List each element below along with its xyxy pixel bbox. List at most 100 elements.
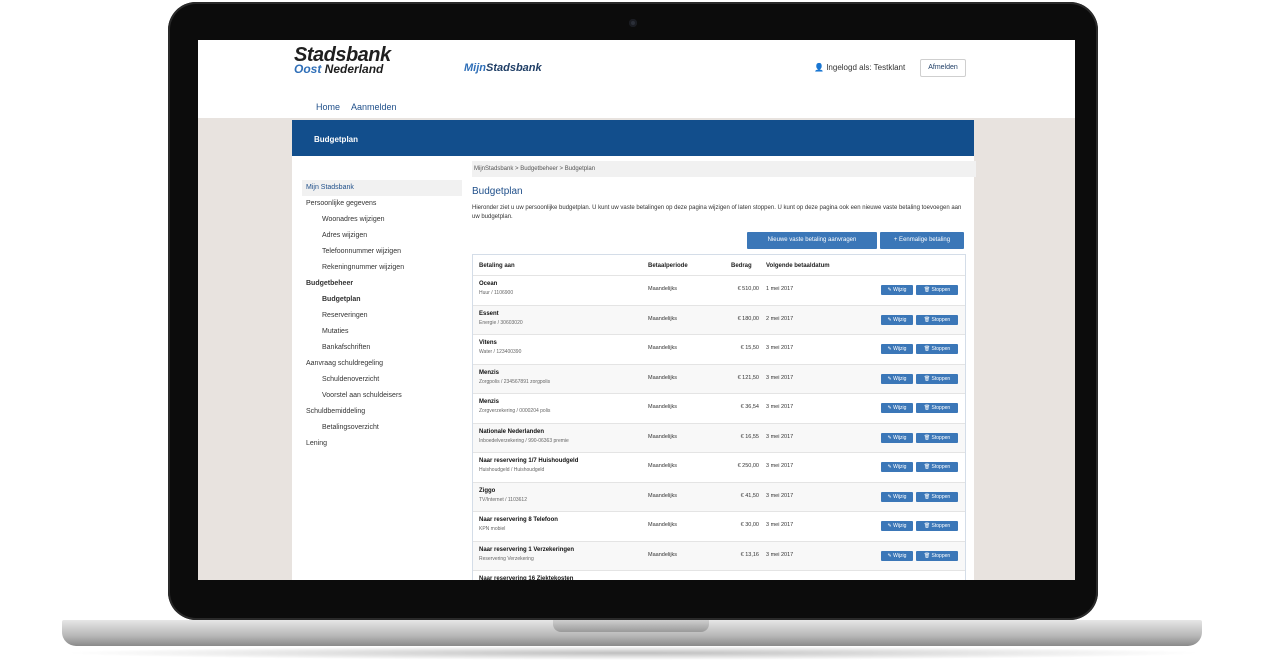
page-banner: Budgetplan: [292, 120, 974, 156]
payment-amount: € 15,50: [740, 345, 759, 351]
payment-amount: € 16,55: [740, 433, 759, 440]
site-header: Stadsbank Oost Nederland MijnStadsbank 👤…: [198, 40, 1075, 118]
table-row: Ocean Huur / 1106900 Maandelijks € 510,00 1 …: [473, 275, 965, 305]
payment-amount: € 180,00: [737, 315, 759, 322]
sidebar-item[interactable]: Voorstel aan schuldeisers: [302, 388, 462, 404]
payee-reference: Water / 123400390: [479, 349, 522, 355]
stop-button[interactable]: 🗑 Stoppen: [916, 373, 958, 384]
edit-button[interactable]: ✎ Wijzig: [881, 314, 913, 325]
payee-reference: TV/Internet / 1103612: [479, 496, 527, 503]
sidebar-item[interactable]: Budgetplan: [302, 292, 462, 308]
edit-button[interactable]: ✎ Wijzig: [881, 373, 913, 384]
top-navigation: Home Aanmelden: [316, 102, 406, 112]
payee-name: Ziggo: [479, 487, 496, 494]
stop-button[interactable]: 🗑 Stoppen: [916, 550, 958, 561]
mijn-stadsbank-logo: MijnStadsbank: [464, 62, 542, 74]
camera-icon: [629, 19, 637, 27]
payee-name: Nationale Nederlanden: [479, 428, 545, 435]
payee-name: Menzis: [479, 369, 500, 376]
laptop-screen: Stadsbank Oost Nederland MijnStadsbank 👤…: [198, 40, 1075, 580]
sidebar-item[interactable]: Mutaties: [302, 324, 462, 340]
payment-amount: € 13,16: [740, 551, 759, 558]
request-payment-button[interactable]: Nieuwe vaste betaling aanvragen: [747, 232, 877, 249]
login-info: 👤 Ingelogd als: Testklant: [814, 63, 906, 72]
edit-button[interactable]: ✎ Wijzig: [881, 491, 913, 502]
header-bedrag: Bedrag: [731, 263, 752, 269]
next-payment-date: 3 mei 2017: [766, 551, 794, 558]
stop-button[interactable]: 🗑 Stoppen: [916, 521, 958, 531]
stop-button[interactable]: 🗑 Stoppen: [916, 491, 958, 502]
next-payment-date: 1 mei 2017: [766, 286, 794, 292]
banner-title: Budgetplan: [314, 135, 358, 144]
sidebar-item[interactable]: Woonadres wijzigen: [302, 212, 462, 228]
payee-reference: Zorgpolis / 234567891 zorgpolis: [479, 378, 551, 385]
table-row: Nationale Nederlanden Inboedelverzekering…: [473, 422, 965, 453]
next-payment-date: 3 mei 2017: [766, 522, 794, 528]
sidebar-item[interactable]: Persoonlijke gegevens: [302, 196, 462, 212]
sidebar-item[interactable]: Rekeningnummer wijzigen: [302, 260, 462, 276]
nav-aanmelden[interactable]: Aanmelden: [351, 102, 397, 112]
edit-button[interactable]: ✎ Wijzig: [881, 462, 913, 472]
payee-reference: Huishoudgeld / Huishoudgeld: [479, 467, 545, 473]
nav-home[interactable]: Home: [316, 102, 340, 112]
payee-name: Essent: [479, 310, 499, 317]
edit-button[interactable]: ✎ Wijzig: [881, 432, 913, 443]
payment-period: Maandelijks: [648, 551, 678, 558]
payment-period: Maandelijks: [648, 522, 678, 528]
payee-reference: Reservering Verzekering: [479, 555, 534, 562]
payee-reference: Inboedelverzekering / 990-06363 premie: [479, 437, 569, 444]
payee-name: Naar reservering 8 Telefoon: [479, 517, 558, 523]
payment-amount: € 250,00: [737, 463, 759, 469]
payee-name: Naar reservering 1 Verzekeringen: [479, 546, 575, 553]
header-betaalperiode: Betaalperiode: [648, 263, 688, 269]
laptop-shadow: [60, 646, 1206, 660]
next-payment-date: 3 mei 2017: [766, 374, 794, 381]
next-payment-date: 3 mei 2017: [766, 404, 794, 410]
payment-period: Maandelijks: [648, 463, 678, 469]
intro-text: Hieronder ziet u uw persoonlijke budgetp…: [472, 205, 962, 220]
stop-button[interactable]: 🗑 Stoppen: [916, 432, 958, 443]
payee-name: Ocean: [479, 281, 498, 287]
payment-period: Maandelijks: [648, 345, 678, 351]
stop-button[interactable]: 🗑 Stoppen: [916, 462, 958, 472]
edit-button[interactable]: ✎ Wijzig: [881, 403, 913, 413]
next-payment-date: 3 mei 2017: [766, 463, 794, 469]
payee-reference: Energie / 30603020: [479, 319, 523, 326]
edit-button[interactable]: ✎ Wijzig: [881, 550, 913, 561]
sidebar-item[interactable]: Lening: [302, 436, 462, 452]
header-volgende-betaaldatum: Volgende betaaldatum: [766, 263, 830, 269]
table-row: Essent Energie / 30603020 Maandelijks € 180…: [473, 304, 965, 335]
payment-amount: € 30,00: [740, 522, 759, 528]
payment-amount: € 36,54: [740, 404, 759, 410]
sidebar-item[interactable]: Schuldenoverzicht: [302, 372, 462, 388]
edit-button[interactable]: ✎ Wijzig: [881, 521, 913, 531]
sidebar-item[interactable]: Reserveringen: [302, 308, 462, 324]
stop-button[interactable]: 🗑 Stoppen: [916, 344, 958, 354]
edit-button[interactable]: ✎ Wijzig: [881, 285, 913, 295]
payee-name: Naar reservering 16 Ziektekosten: [479, 576, 574, 580]
sidebar-item[interactable]: Schuldbemiddeling: [302, 404, 462, 420]
table-row: Naar reservering 16 ZiektekostenMaandeli…: [473, 570, 965, 580]
payment-amount: € 510,00: [737, 286, 759, 292]
table-row: Menzis Zorgverzekering / 0000204 polis Maa…: [473, 393, 965, 423]
sidebar-item[interactable]: Bankafschriften: [302, 340, 462, 356]
onetime-payment-button[interactable]: + Eenmalige betaling: [880, 232, 964, 249]
payee-reference: Zorgverzekering / 0000204 polis: [479, 408, 551, 414]
payee-reference: KPN mobiel: [479, 526, 506, 532]
sidebar-item[interactable]: Betalingsoverzicht: [302, 420, 462, 436]
stop-button[interactable]: 🗑 Stoppen: [916, 403, 958, 413]
sidebar-item[interactable]: Telefoonnummer wijzigen: [302, 244, 462, 260]
payment-amount: € 41,50: [740, 492, 759, 499]
header-betaling-aan: Betaling aan: [479, 263, 515, 269]
breadcrumb[interactable]: MijnStadsbank > Budgetbeheer > Budgetpla…: [472, 161, 976, 177]
sidebar-item[interactable]: Aanvraag schuldregeling: [302, 356, 462, 372]
edit-button[interactable]: ✎ Wijzig: [881, 344, 913, 354]
sidebar-item[interactable]: Mijn Stadsbank: [302, 180, 462, 196]
sidebar-item[interactable]: Adres wijzigen: [302, 228, 462, 244]
page-title: Budgetplan: [472, 186, 523, 197]
logout-button[interactable]: Afmelden: [920, 59, 966, 77]
stop-button[interactable]: 🗑 Stoppen: [916, 314, 958, 325]
next-payment-date: 3 mei 2017: [766, 433, 794, 440]
sidebar-item[interactable]: Budgetbeheer: [302, 276, 462, 292]
stop-button[interactable]: 🗑 Stoppen: [916, 285, 958, 295]
